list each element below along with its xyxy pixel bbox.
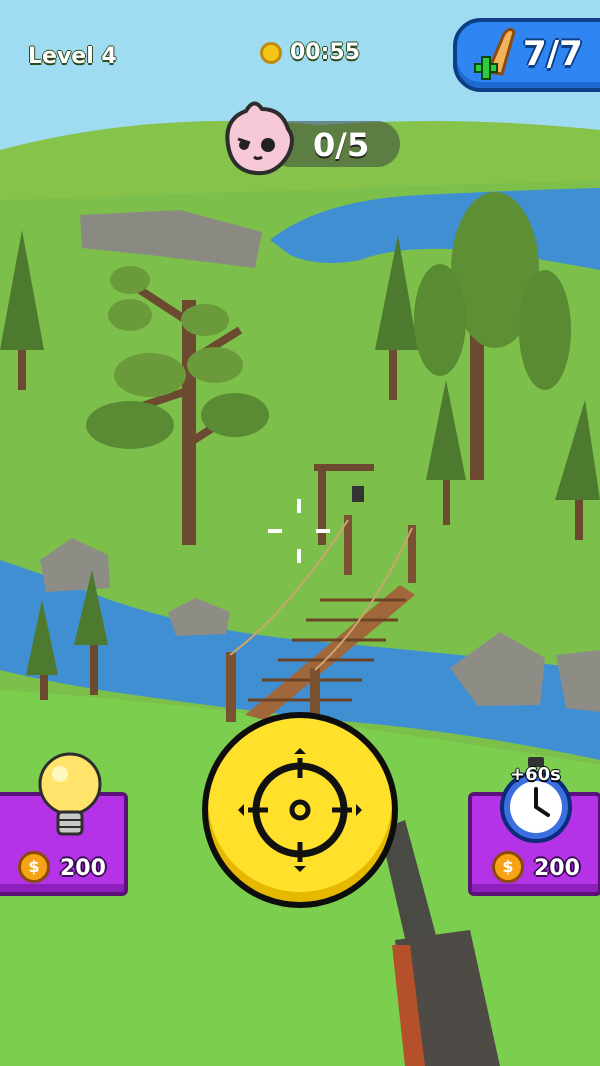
coin-icon: $: [492, 851, 524, 883]
timer: 00:55: [260, 40, 360, 65]
target-creature-icon: [225, 101, 294, 176]
ammo-count: 7/7: [523, 34, 583, 74]
lightbulb-icon[interactable]: [36, 750, 104, 842]
targets-count: 0/5: [313, 126, 370, 164]
level-label: Level 4: [28, 44, 117, 69]
bullet-add-icon[interactable]: [472, 24, 522, 86]
timer-text: 00:55: [290, 40, 361, 65]
crosshair-icon: [238, 748, 362, 872]
hint-price: 200: [60, 856, 106, 881]
aim-reticle: [268, 499, 330, 563]
coin-icon: $: [18, 851, 50, 883]
fire-button[interactable]: [202, 712, 398, 908]
extra-time-price: 200: [534, 856, 580, 881]
extra-time-bonus-label: +60s: [510, 764, 561, 785]
coin-icon: [260, 41, 282, 64]
